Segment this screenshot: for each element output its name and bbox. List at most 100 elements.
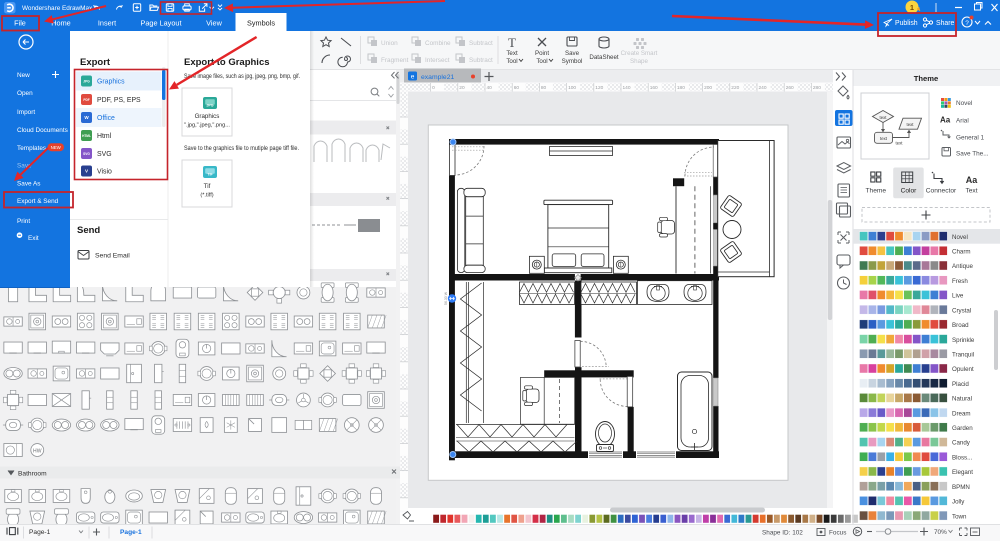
svg-text:Page-1: Page-1 — [120, 529, 142, 536]
svg-text:Placid: Placid — [952, 381, 969, 388]
svg-text:Color: Color — [901, 188, 918, 195]
svg-text:Text: Text — [965, 188, 977, 195]
svg-text:Garden: Garden — [952, 425, 973, 432]
svg-text:Antique: Antique — [952, 263, 974, 270]
svg-text:text: text — [880, 115, 888, 120]
svg-text:Fresh: Fresh — [952, 278, 968, 285]
svg-text:Symbols: Symbols — [247, 19, 275, 28]
svg-text:PDF: PDF — [83, 98, 89, 102]
svg-text:Graphics: Graphics — [97, 79, 125, 86]
svg-text:JPG: JPG — [206, 104, 213, 108]
svg-text:Fragment: Fragment — [381, 57, 409, 64]
svg-text:Bathroom: Bathroom — [18, 471, 47, 478]
svg-text:260: 260 — [786, 85, 794, 91]
svg-text:Tranquil: Tranquil — [952, 351, 974, 358]
svg-text:SVG: SVG — [97, 151, 112, 158]
svg-text:Aa: Aa — [966, 175, 978, 185]
svg-text:40: 40 — [487, 85, 493, 91]
svg-text:".jpg,".jpeg,".png...: ".jpg,".jpeg,".png... — [184, 123, 230, 129]
svg-text:Publish: Publish — [895, 20, 918, 27]
svg-text:SVG: SVG — [83, 152, 90, 156]
svg-text:Visio: Visio — [97, 169, 112, 176]
svg-text:Natural: Natural — [952, 396, 972, 403]
svg-text:BPMN: BPMN — [952, 484, 970, 491]
svg-text:Save image files, such as jpg,: Save image files, such as jpg, jpeg, png… — [184, 73, 300, 80]
svg-text:Templates: Templates — [17, 145, 46, 152]
svg-text:Share: Share — [936, 20, 955, 27]
svg-text:Bloss...: Bloss... — [952, 454, 973, 461]
svg-text:Shape: Shape — [630, 58, 648, 65]
svg-text:Focus: Focus — [829, 530, 846, 537]
svg-text:220: 220 — [731, 85, 739, 91]
svg-text:70%: 70% — [934, 529, 947, 536]
svg-text:text: text — [907, 122, 915, 127]
svg-text:View: View — [206, 19, 222, 28]
svg-text:Open: Open — [17, 90, 33, 97]
svg-text:Save to the graphics file to m: Save to the graphics file to mutiple pag… — [184, 145, 299, 152]
svg-text:text: text — [880, 136, 888, 141]
svg-text:W: W — [84, 115, 89, 120]
svg-text:60: 60 — [514, 85, 520, 91]
svg-text:Insert: Insert — [98, 19, 116, 28]
svg-text:Graphics: Graphics — [195, 113, 220, 120]
svg-text:1: 1 — [910, 3, 914, 12]
svg-text:200: 200 — [704, 85, 712, 91]
svg-text:56.33 W: 56.33 W — [444, 291, 448, 305]
svg-text:Html: Html — [97, 133, 112, 140]
svg-text:Opulent: Opulent — [952, 366, 974, 373]
svg-text:Town: Town — [952, 513, 967, 520]
svg-text:JPG: JPG — [83, 80, 90, 84]
svg-text:Office: Office — [97, 115, 115, 122]
svg-text:240: 240 — [759, 85, 767, 91]
svg-text:T: T — [508, 35, 516, 50]
svg-text:Novel: Novel — [952, 234, 968, 241]
svg-text:280: 280 — [813, 85, 821, 91]
svg-text:TIF: TIF — [207, 173, 213, 177]
svg-text:Jolly: Jolly — [952, 499, 965, 506]
svg-text:HTML: HTML — [82, 134, 91, 138]
svg-text:Theme: Theme — [914, 74, 938, 83]
svg-text:HW: HW — [33, 448, 42, 454]
svg-text:Aa: Aa — [940, 116, 951, 125]
svg-text:100: 100 — [568, 85, 576, 91]
svg-text:Broad: Broad — [952, 322, 969, 329]
svg-text:Send: Send — [77, 225, 100, 236]
svg-text:text: text — [896, 141, 904, 146]
svg-text:Combine: Combine — [425, 40, 451, 47]
svg-text:Exit: Exit — [28, 235, 39, 242]
svg-text:Subtract: Subtract — [469, 57, 493, 64]
svg-text:160: 160 — [650, 85, 658, 91]
svg-text:80: 80 — [541, 85, 547, 91]
svg-text:New: New — [17, 72, 30, 79]
svg-text:Sprinkle: Sprinkle — [952, 337, 975, 344]
svg-text:Send Email: Send Email — [95, 253, 130, 260]
svg-text:Export & Send: Export & Send — [17, 198, 59, 205]
svg-text:140: 140 — [623, 85, 631, 91]
svg-text:Crystal: Crystal — [952, 307, 971, 314]
svg-text:Export to Graphics: Export to Graphics — [184, 57, 270, 68]
svg-text:Create Smart: Create Smart — [621, 50, 658, 57]
svg-text:PDF, PS, EPS: PDF, PS, EPS — [97, 97, 141, 104]
svg-text:Tool: Tool — [506, 58, 517, 65]
svg-text:Cloud Documents: Cloud Documents — [17, 127, 68, 134]
svg-text:Intersect: Intersect — [425, 57, 450, 64]
svg-text:Print: Print — [17, 218, 30, 225]
svg-text:Text: Text — [506, 50, 518, 57]
svg-text:example21: example21 — [421, 74, 454, 81]
svg-text:Save As: Save As — [17, 181, 40, 188]
svg-text:180: 180 — [677, 85, 685, 91]
svg-text:Tool: Tool — [536, 58, 547, 65]
svg-text:e: e — [411, 74, 415, 81]
svg-text:Live: Live — [952, 293, 964, 300]
svg-text:Dream: Dream — [952, 410, 971, 417]
svg-text:Arial: Arial — [956, 118, 969, 125]
svg-text:General 1: General 1 — [956, 135, 985, 142]
svg-text:DataSheet: DataSheet — [589, 54, 619, 61]
svg-text:(*.tiff): (*.tiff) — [200, 193, 213, 199]
svg-text:Tif: Tif — [204, 183, 211, 190]
svg-text:File: File — [14, 19, 26, 28]
svg-text:NEW: NEW — [51, 145, 62, 150]
svg-text:Novel: Novel — [956, 100, 972, 107]
svg-text:Theme: Theme — [866, 188, 887, 195]
svg-text:0: 0 — [432, 85, 435, 91]
